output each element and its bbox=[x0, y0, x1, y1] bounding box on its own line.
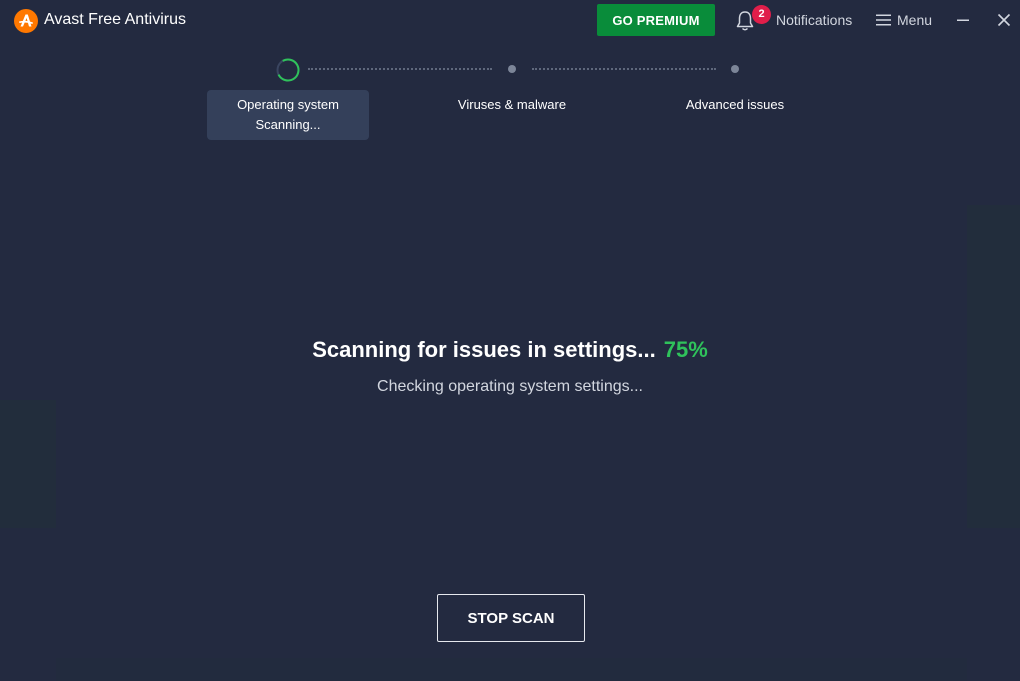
title-bar: Avast Free Antivirus GO PREMIUM 2 Notifi… bbox=[0, 0, 1020, 42]
close-icon[interactable] bbox=[996, 12, 1012, 28]
step-dot-viruses bbox=[508, 65, 516, 73]
scan-progress-percent: 75% bbox=[663, 337, 708, 362]
go-premium-button[interactable]: GO PREMIUM bbox=[597, 4, 715, 36]
step-connector bbox=[308, 68, 492, 70]
step-status: Scanning... bbox=[255, 117, 321, 132]
step-connector bbox=[532, 68, 716, 70]
step-label-viruses-malware: Viruses & malware bbox=[457, 97, 567, 112]
hamburger-icon[interactable] bbox=[876, 14, 891, 26]
app-title: Avast Free Antivirus bbox=[44, 11, 186, 28]
notifications-link[interactable]: Notifications bbox=[776, 12, 852, 28]
background-panel-left bbox=[0, 400, 56, 528]
background-panel-bottom bbox=[56, 658, 967, 681]
minimize-icon[interactable] bbox=[955, 12, 971, 28]
step-dot-advanced bbox=[731, 65, 739, 73]
menu-link[interactable]: Menu bbox=[897, 12, 932, 28]
scan-headline-text: Scanning for issues in settings... bbox=[312, 337, 656, 362]
notifications-badge: 2 bbox=[752, 5, 771, 24]
background-panel-right bbox=[967, 205, 1020, 528]
stop-scan-button[interactable]: STOP SCAN bbox=[437, 594, 585, 642]
spinner-icon bbox=[276, 58, 300, 82]
avast-logo-icon bbox=[14, 9, 38, 33]
scan-detail: Checking operating system settings... bbox=[377, 378, 643, 395]
scan-headline: Scanning for issues in settings... 75% bbox=[0, 336, 1020, 364]
step-label-advanced-issues: Advanced issues bbox=[685, 97, 785, 112]
step-label-operating-system: Operating system bbox=[237, 97, 339, 112]
